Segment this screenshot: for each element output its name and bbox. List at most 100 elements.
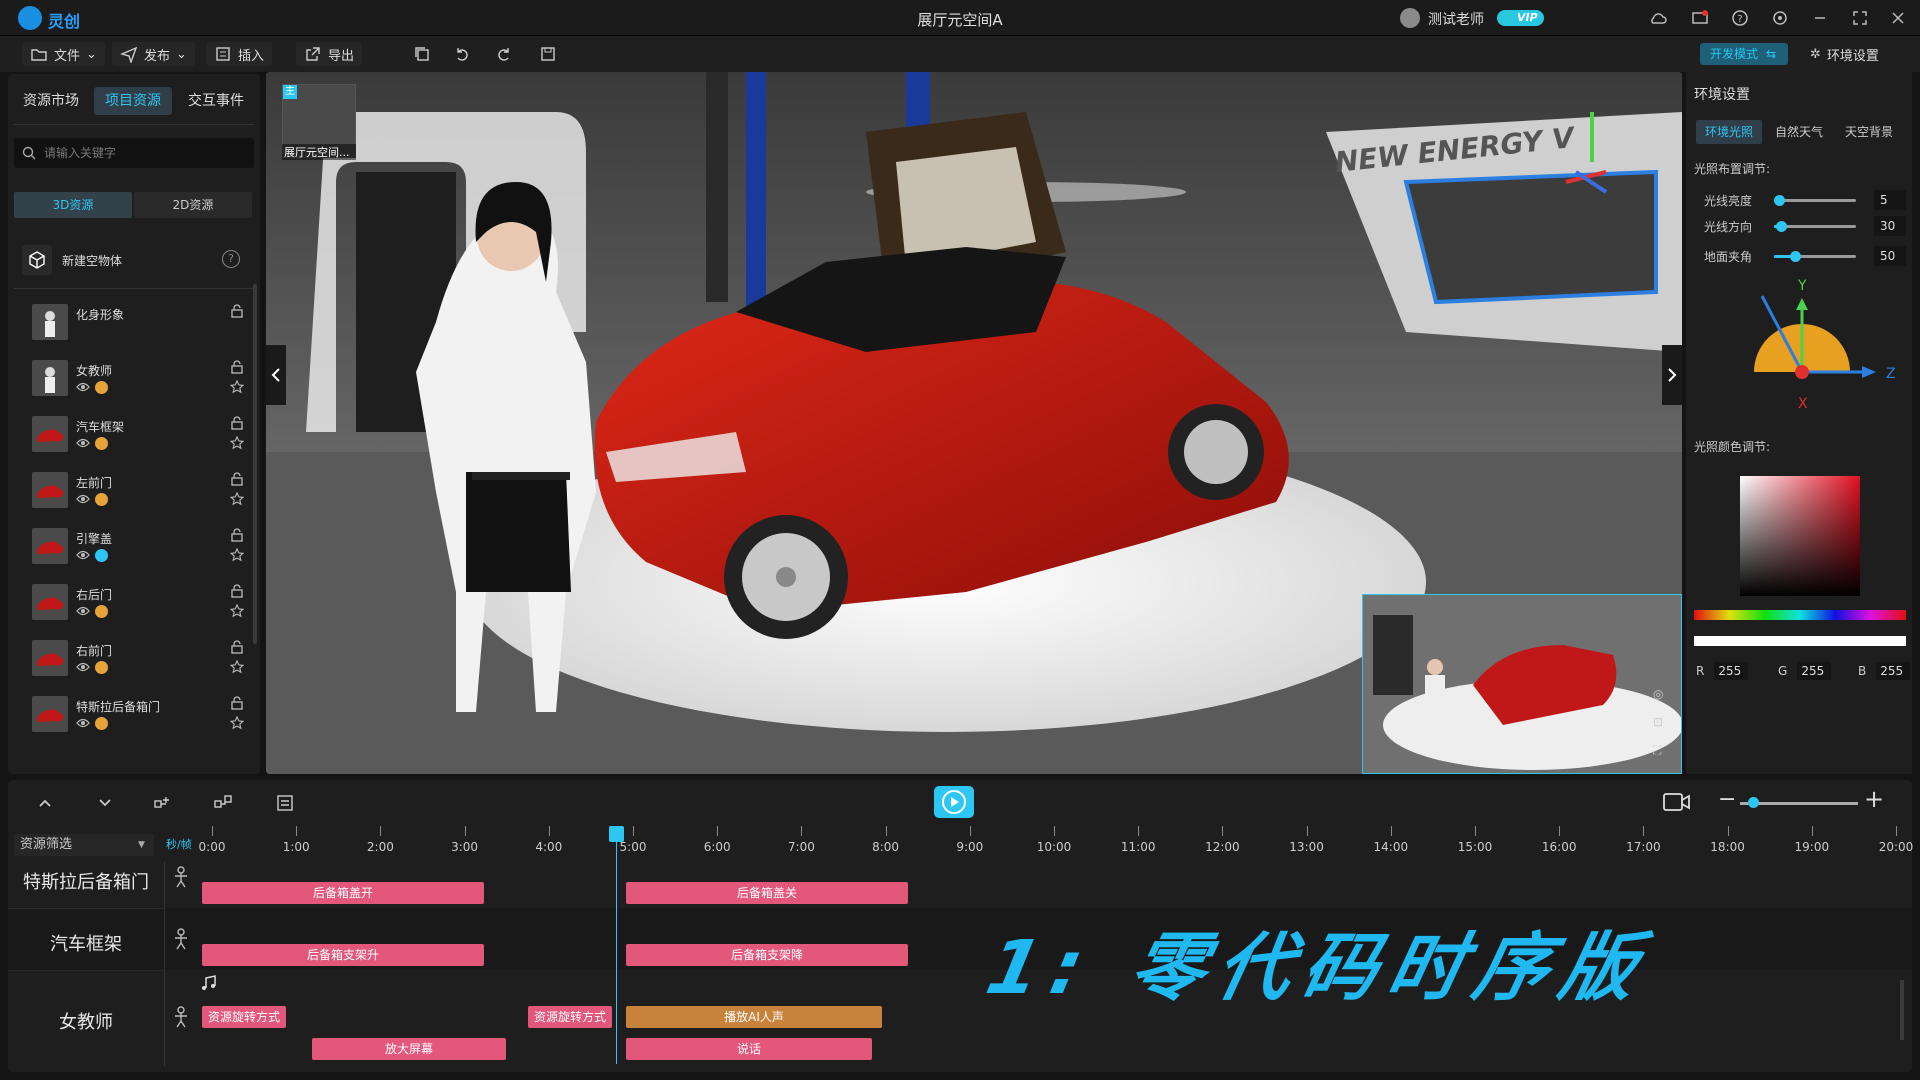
playhead-handle[interactable]	[609, 826, 624, 842]
scrollbar[interactable]	[1900, 980, 1904, 1040]
list-item[interactable]: 女教师	[14, 352, 254, 408]
camera-record-icon[interactable]	[1662, 790, 1692, 814]
tab-2d-resources[interactable]: 2D资源	[134, 192, 252, 218]
tab-interaction-events[interactable]: 交互事件	[178, 87, 254, 115]
track-name[interactable]: 汽车框架	[8, 930, 164, 956]
collapse-left-arrow[interactable]	[266, 345, 286, 405]
r-input[interactable]: 255	[1714, 662, 1749, 680]
color-picker-square[interactable]	[1740, 476, 1860, 596]
zoom-out-icon[interactable]: −	[1718, 789, 1736, 811]
brightness-bar[interactable]	[1694, 636, 1906, 646]
clip[interactable]: 后备箱盖开	[202, 882, 484, 904]
lock-icon[interactable]	[230, 696, 244, 710]
clip[interactable]: 后备箱支架降	[626, 944, 908, 966]
list-icon[interactable]	[272, 790, 298, 816]
chevron-up-icon[interactable]	[32, 790, 58, 816]
clip[interactable]: 播放AI人声	[626, 1006, 882, 1028]
preview-camera-view[interactable]: ◎ ⊡ ⛶	[1362, 594, 1682, 774]
env-settings-button[interactable]: ✲ 环境设置	[1810, 42, 1879, 66]
undo-icon[interactable]	[450, 42, 474, 66]
list-item[interactable]: 汽车框架	[14, 408, 254, 464]
save-icon[interactable]	[536, 42, 560, 66]
status-toggle-icon[interactable]	[95, 661, 108, 674]
insert-button[interactable]: 插入	[206, 42, 273, 66]
star-icon[interactable]	[230, 604, 244, 618]
user-avatar[interactable]	[1400, 8, 1420, 28]
tab-ambient-light[interactable]: 环境光照	[1696, 120, 1762, 144]
star-icon[interactable]	[230, 492, 244, 506]
lock-icon[interactable]	[230, 304, 244, 318]
person-icon[interactable]	[172, 866, 190, 888]
star-icon[interactable]	[230, 716, 244, 730]
person-icon[interactable]	[172, 1006, 190, 1028]
eye-icon[interactable]	[76, 548, 90, 562]
file-menu[interactable]: 文件 ⌄	[22, 42, 105, 66]
list-item[interactable]: 特斯拉后备箱门	[14, 688, 254, 744]
list-item[interactable]: 右前门	[14, 632, 254, 688]
track-name[interactable]: 特斯拉后备箱门	[8, 868, 164, 894]
clip[interactable]: 资源旋转方式	[528, 1006, 612, 1028]
clip[interactable]: 资源旋转方式	[202, 1006, 286, 1028]
status-toggle-icon[interactable]	[95, 717, 108, 730]
help-icon[interactable]: ?	[1730, 8, 1750, 28]
direction-slider[interactable]: 光线方向 30	[1704, 216, 1906, 236]
status-toggle-icon[interactable]	[95, 437, 108, 450]
slider-knob[interactable]	[1773, 195, 1785, 206]
clip[interactable]: 后备箱支架升	[202, 944, 484, 966]
tab-project-resources[interactable]: 项目资源	[94, 87, 172, 115]
eye-icon[interactable]	[76, 660, 90, 674]
status-toggle-icon[interactable]	[95, 549, 108, 562]
star-icon[interactable]	[230, 436, 244, 450]
slider-knob[interactable]	[1775, 221, 1787, 232]
maximize-icon[interactable]	[1850, 8, 1870, 28]
lock-icon[interactable]	[230, 472, 244, 486]
copy-icon[interactable]	[410, 42, 434, 66]
list-item[interactable]: 化身形象	[14, 296, 254, 352]
slider-value[interactable]: 50	[1874, 246, 1906, 266]
brightness-slider[interactable]: 光线亮度 5	[1704, 190, 1906, 210]
add-track-icon[interactable]	[150, 790, 176, 816]
list-item[interactable]: 引擎盖	[14, 520, 254, 576]
help-icon[interactable]: ?	[222, 250, 240, 268]
light-direction-gizmo[interactable]: Y X Z	[1744, 276, 1904, 416]
search-input[interactable]	[44, 146, 244, 160]
eye-icon[interactable]	[76, 436, 90, 450]
star-icon[interactable]	[230, 660, 244, 674]
chevron-down-icon[interactable]	[92, 790, 118, 816]
redo-icon[interactable]	[492, 42, 516, 66]
export-button[interactable]: 导出	[296, 42, 363, 66]
music-note-icon[interactable]	[200, 974, 218, 992]
lock-icon[interactable]	[230, 416, 244, 430]
star-icon[interactable]	[230, 380, 244, 394]
cloud-icon[interactable]	[1648, 8, 1668, 28]
publish-menu[interactable]: 发布 ⌄	[112, 42, 195, 66]
camera-icon[interactable]: ◎	[1653, 687, 1673, 707]
user-name[interactable]: 测试老师	[1428, 9, 1484, 29]
expand-icon[interactable]: ⛶	[1653, 743, 1673, 763]
list-item[interactable]: 左前门	[14, 464, 254, 520]
screenshot-icon[interactable]: ⊡	[1653, 715, 1673, 735]
tab-sky-background[interactable]: 天空背景	[1836, 120, 1902, 144]
search-box[interactable]	[14, 138, 254, 168]
slider-knob[interactable]	[1790, 251, 1802, 262]
tab-weather[interactable]: 自然天气	[1766, 120, 1832, 144]
track-name[interactable]: 女教师	[8, 1008, 164, 1034]
mail-icon[interactable]	[1690, 8, 1710, 28]
minimize-icon[interactable]	[1810, 8, 1830, 28]
new-empty-object-button[interactable]: 新建空物体	[14, 240, 254, 280]
gear-icon[interactable]	[1770, 8, 1790, 28]
eye-icon[interactable]	[76, 716, 90, 730]
lock-icon[interactable]	[230, 640, 244, 654]
g-input[interactable]: 255	[1797, 662, 1832, 680]
collapse-right-arrow[interactable]	[1662, 345, 1682, 405]
zoom-slider-knob[interactable]	[1748, 797, 1759, 808]
eye-icon[interactable]	[76, 604, 90, 618]
clip[interactable]: 放大屏幕	[312, 1038, 506, 1060]
tab-3d-resources[interactable]: 3D资源	[14, 192, 132, 218]
slider-value[interactable]: 5	[1874, 190, 1906, 210]
eye-icon[interactable]	[76, 380, 90, 394]
ground-angle-slider[interactable]: 地面夹角 50	[1704, 246, 1906, 266]
star-icon[interactable]	[230, 548, 244, 562]
clip[interactable]: 后备箱盖关	[626, 882, 908, 904]
close-icon[interactable]	[1888, 8, 1908, 28]
